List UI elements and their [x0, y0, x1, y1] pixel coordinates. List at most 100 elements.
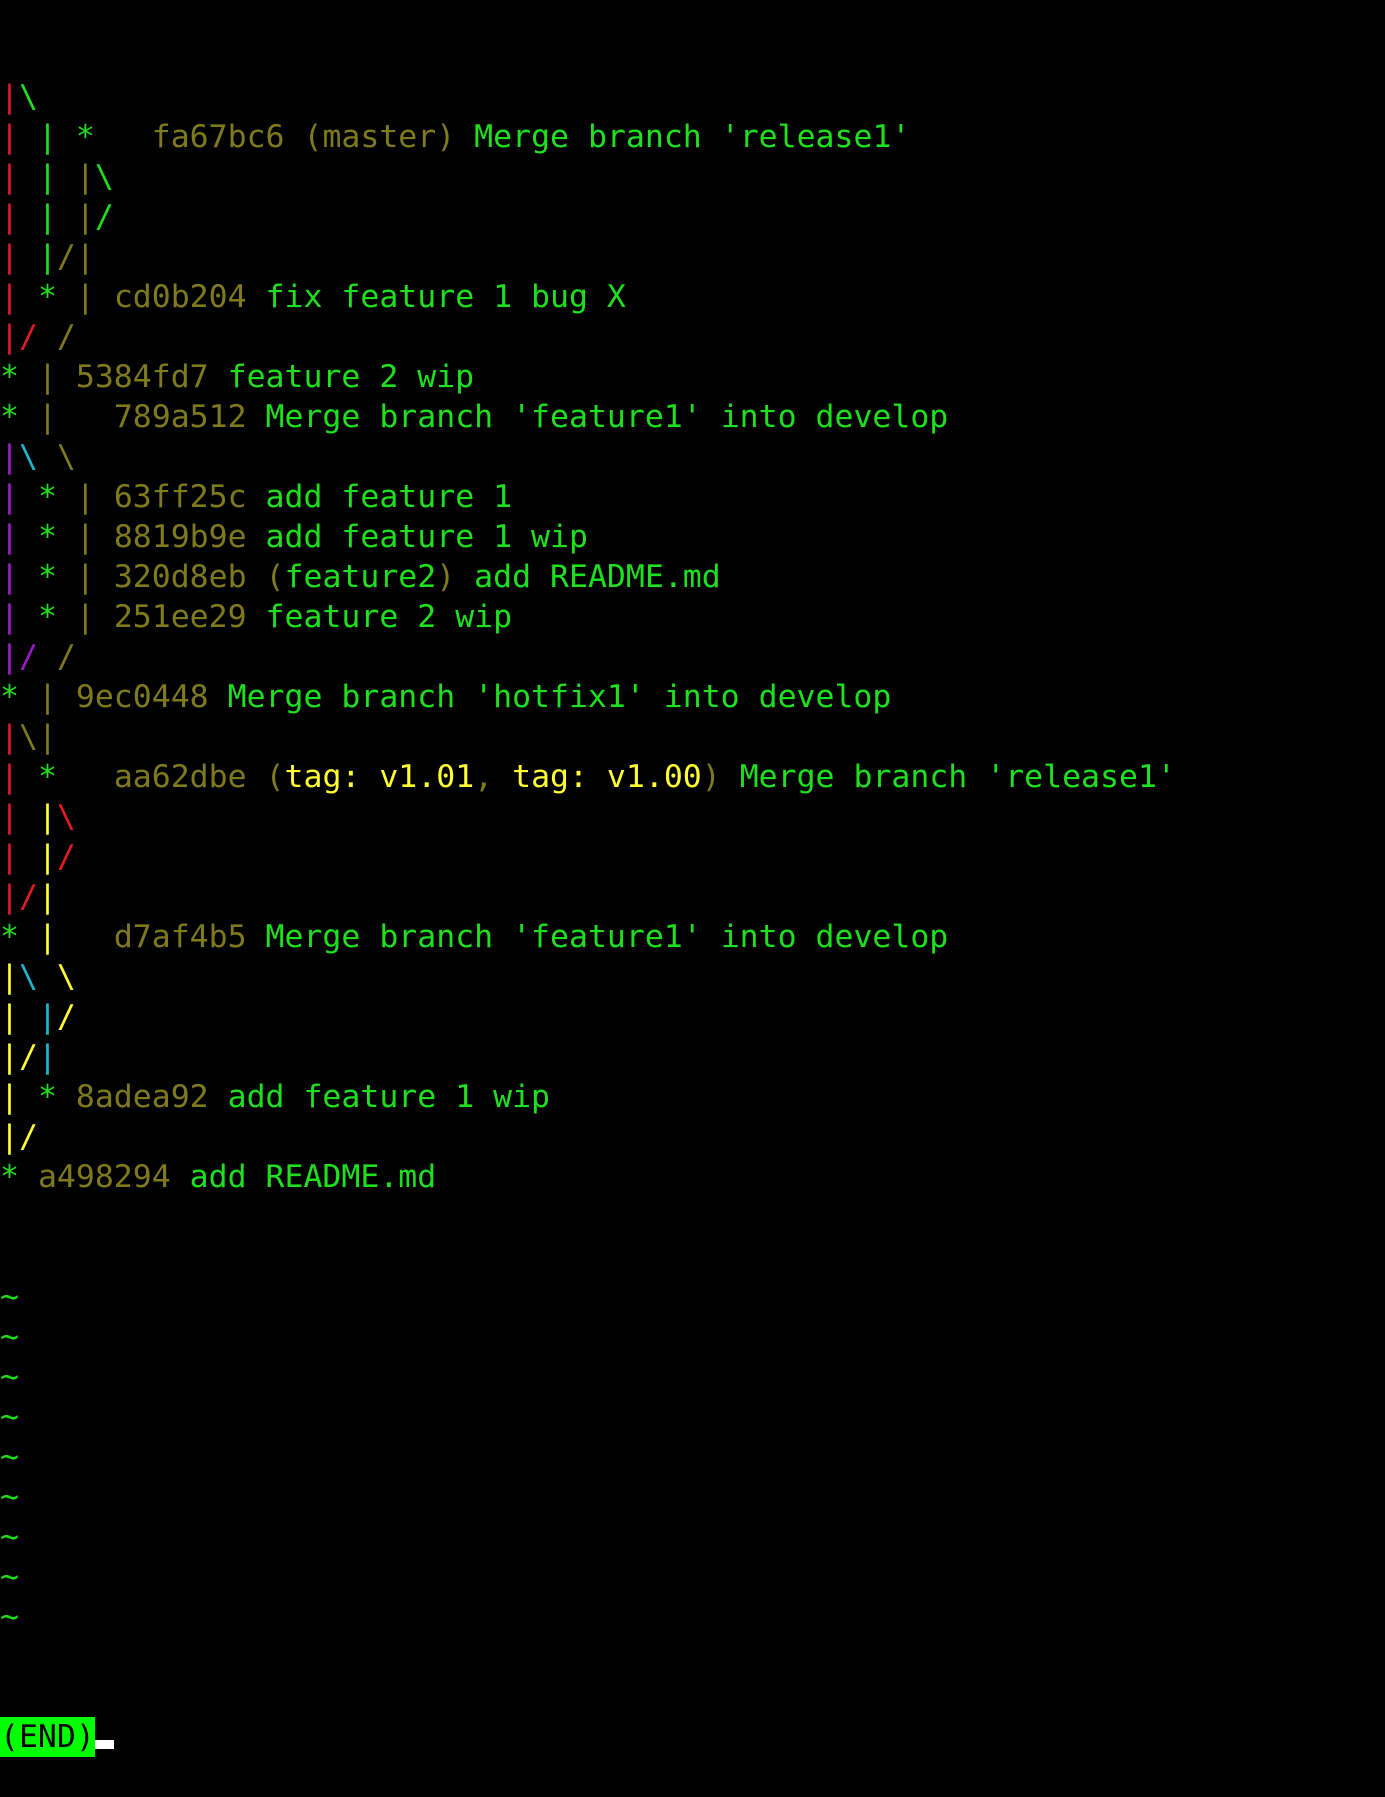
log-segment: /	[18, 639, 38, 675]
log-segment: /	[56, 999, 76, 1035]
log-segment: feature 2 wip	[246, 599, 513, 635]
log-segment: |	[75, 519, 95, 555]
log-segment: |	[75, 599, 95, 635]
log-segment	[19, 599, 38, 635]
log-segment: Merge branch 'release1'	[455, 119, 911, 155]
log-segment: |	[0, 439, 19, 475]
log-segment	[19, 919, 38, 955]
log-segment: |	[75, 479, 95, 515]
log-segment	[38, 959, 57, 995]
log-segment	[19, 839, 38, 875]
log-segment: |	[0, 999, 19, 1035]
log-segment	[57, 399, 114, 435]
log-line: |\|	[0, 717, 1385, 757]
log-segment: \	[18, 719, 38, 755]
log-segment	[247, 759, 266, 795]
log-line: | * 8adea92 add feature 1 wip	[0, 1077, 1385, 1117]
log-segment: |	[37, 1039, 57, 1075]
log-segment	[95, 519, 114, 555]
log-line: * | 5384fd7 feature 2 wip	[0, 357, 1385, 397]
tilde-marker: ~	[0, 1599, 19, 1635]
pager-status-line[interactable]: (END)	[0, 1717, 1385, 1757]
log-segment: a498294	[37, 1159, 171, 1195]
log-line: * a498294 add README.md	[0, 1157, 1385, 1197]
log-segment	[19, 279, 38, 315]
git-log-terminal[interactable]: |\ | | * fa67bc6 (master) Merge branch 'r…	[0, 0, 1385, 1797]
log-segment: |	[0, 839, 19, 875]
log-segment: \	[56, 799, 76, 835]
log-segment	[247, 559, 266, 595]
log-segment: |	[75, 559, 95, 595]
log-segment	[19, 479, 38, 515]
log-segment: |	[37, 399, 57, 435]
log-segment: |	[0, 119, 19, 155]
log-segment: |	[37, 999, 57, 1035]
log-segment: |	[0, 479, 19, 515]
log-segment: *	[37, 559, 57, 595]
log-segment: Merge branch 'release1'	[720, 759, 1176, 795]
log-segment: add README.md	[455, 559, 721, 595]
log-segment: /	[18, 879, 38, 915]
log-segment: |	[37, 879, 57, 915]
log-segment	[19, 1159, 38, 1195]
log-segment: 320d8eb	[113, 559, 247, 595]
log-segment	[19, 199, 38, 235]
log-segment: |	[0, 759, 19, 795]
log-segment: |	[37, 119, 57, 155]
log-segment: |	[0, 559, 19, 595]
log-line: |/|	[0, 877, 1385, 917]
log-segment	[57, 359, 76, 395]
log-segment: 8819b9e	[113, 519, 247, 555]
log-segment: add feature 1 wip	[208, 1079, 551, 1115]
empty-line-markers: ~ ~ ~ ~ ~ ~ ~ ~ ~	[0, 1277, 1385, 1637]
log-segment: |	[75, 159, 95, 195]
tilde-marker: ~	[0, 1279, 19, 1315]
log-segment: *	[37, 1079, 57, 1115]
tilde-marker: ~	[0, 1559, 19, 1595]
log-line: | | |/	[0, 197, 1385, 237]
log-segment: \	[18, 439, 38, 475]
log-segment	[57, 1079, 76, 1115]
log-segment: /	[18, 319, 38, 355]
log-segment: /	[18, 1039, 38, 1075]
log-line: * | 9ec0448 Merge branch 'hotfix1' into …	[0, 677, 1385, 717]
log-line: | * | 320d8eb (feature2) add README.md	[0, 557, 1385, 597]
log-segment	[57, 559, 76, 595]
tilde-marker: ~	[0, 1399, 19, 1435]
log-segment: cd0b204	[113, 279, 247, 315]
log-segment: /	[56, 639, 76, 675]
log-segment: |	[0, 719, 19, 755]
log-segment: |	[0, 319, 19, 355]
log-segment: *	[0, 399, 19, 435]
tilde-marker: ~	[0, 1319, 19, 1355]
log-segment: *	[37, 279, 57, 315]
log-segment	[19, 399, 38, 435]
log-line: | * aa62dbe (tag: v1.01, tag: v1.00) Mer…	[0, 757, 1385, 797]
log-segment: \	[56, 959, 76, 995]
log-segment: )	[701, 759, 721, 795]
log-segment	[95, 119, 152, 155]
log-segment	[57, 159, 76, 195]
log-segment	[95, 559, 114, 595]
log-segment: \	[18, 79, 38, 115]
log-segment: 8adea92	[75, 1079, 209, 1115]
log-segment	[19, 359, 38, 395]
log-segment: |	[0, 599, 19, 635]
log-segment: |	[37, 239, 57, 275]
log-segment: *	[37, 599, 57, 635]
log-line: |\ \	[0, 957, 1385, 997]
tilde-marker: ~	[0, 1359, 19, 1395]
log-segment	[38, 639, 57, 675]
log-segment: |	[0, 639, 19, 675]
log-segment: /	[94, 199, 114, 235]
log-segment: |	[0, 1119, 19, 1155]
log-segment: /	[56, 839, 76, 875]
log-segment	[95, 479, 114, 515]
log-segment: Merge branch 'feature1' into develop	[246, 399, 949, 435]
log-line: |\	[0, 77, 1385, 117]
log-segment	[57, 679, 76, 715]
log-segment: ,	[474, 759, 513, 795]
log-line: |/ /	[0, 317, 1385, 357]
log-segment: *	[0, 679, 19, 715]
tilde-marker: ~	[0, 1439, 19, 1475]
